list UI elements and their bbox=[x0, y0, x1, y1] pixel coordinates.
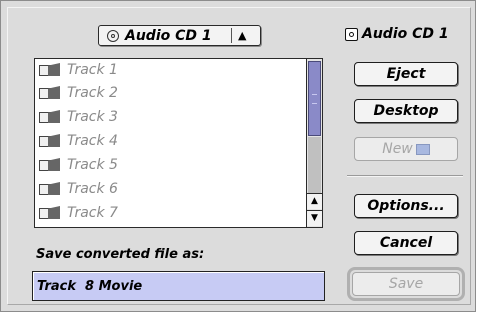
source-popup-menu[interactable]: Audio CD 1 ▲ bbox=[98, 25, 261, 46]
filename-value: Track 8 Movie bbox=[37, 278, 143, 294]
options-button[interactable]: Options... bbox=[354, 194, 458, 218]
cd-icon bbox=[107, 29, 119, 42]
scroll-up-arrow-icon[interactable]: ▲ bbox=[307, 193, 322, 209]
list-item[interactable]: Track 4 bbox=[39, 130, 118, 152]
movie-file-icon bbox=[39, 158, 61, 172]
movie-file-icon bbox=[39, 134, 61, 148]
filename-field[interactable]: Track 8 Movie bbox=[32, 271, 325, 301]
cd-volume-icon bbox=[345, 27, 358, 41]
button-divider bbox=[347, 175, 463, 177]
save-button[interactable]: Save bbox=[352, 272, 460, 296]
list-item[interactable]: Track 2 bbox=[39, 82, 118, 104]
scroll-thumb[interactable] bbox=[308, 61, 321, 136]
folder-icon bbox=[415, 143, 430, 155]
movie-file-icon bbox=[39, 182, 61, 196]
volume-label: Audio CD 1 bbox=[362, 26, 449, 42]
vertical-scrollbar[interactable]: ▲ ▼ bbox=[306, 59, 322, 227]
desktop-button[interactable]: Desktop bbox=[354, 99, 458, 123]
eject-button[interactable]: Eject bbox=[354, 62, 458, 86]
list-item[interactable]: Track 7 bbox=[39, 202, 118, 224]
cancel-button[interactable]: Cancel bbox=[354, 231, 458, 255]
movie-file-icon bbox=[39, 63, 61, 77]
list-item-label: Track 6 bbox=[67, 181, 118, 197]
scroll-track[interactable] bbox=[308, 137, 321, 193]
popup-arrows-icon: ▲ bbox=[238, 29, 247, 42]
save-as-label: Save converted file as: bbox=[36, 247, 205, 262]
file-list[interactable]: Track 1 Track 2 Track 3 Track 4 Track 5 … bbox=[34, 58, 323, 228]
list-item[interactable]: Track 1 bbox=[39, 59, 118, 81]
list-item-label: Track 2 bbox=[67, 85, 118, 101]
list-item-label: Track 1 bbox=[67, 62, 118, 78]
new-folder-button[interactable]: New bbox=[354, 137, 458, 161]
list-item[interactable]: Track 6 bbox=[39, 178, 118, 200]
new-folder-label: New bbox=[382, 141, 413, 157]
save-dialog: Audio CD 1 ▲ Audio CD 1 Track 1 Track 2 … bbox=[0, 0, 476, 312]
movie-file-icon bbox=[39, 206, 61, 220]
list-item-label: Track 7 bbox=[67, 205, 118, 221]
list-item-label: Track 3 bbox=[67, 109, 118, 125]
popup-separator bbox=[231, 28, 232, 43]
source-popup-label: Audio CD 1 bbox=[125, 27, 212, 44]
list-item[interactable]: Track 5 bbox=[39, 154, 118, 176]
list-item[interactable]: Track 3 bbox=[39, 106, 118, 128]
list-item-label: Track 5 bbox=[67, 157, 118, 173]
list-item-label: Track 4 bbox=[67, 133, 118, 149]
movie-file-icon bbox=[39, 110, 61, 124]
scroll-down-arrow-icon[interactable]: ▼ bbox=[307, 210, 322, 226]
movie-file-icon bbox=[39, 86, 61, 100]
volume-indicator: Audio CD 1 bbox=[345, 26, 449, 42]
